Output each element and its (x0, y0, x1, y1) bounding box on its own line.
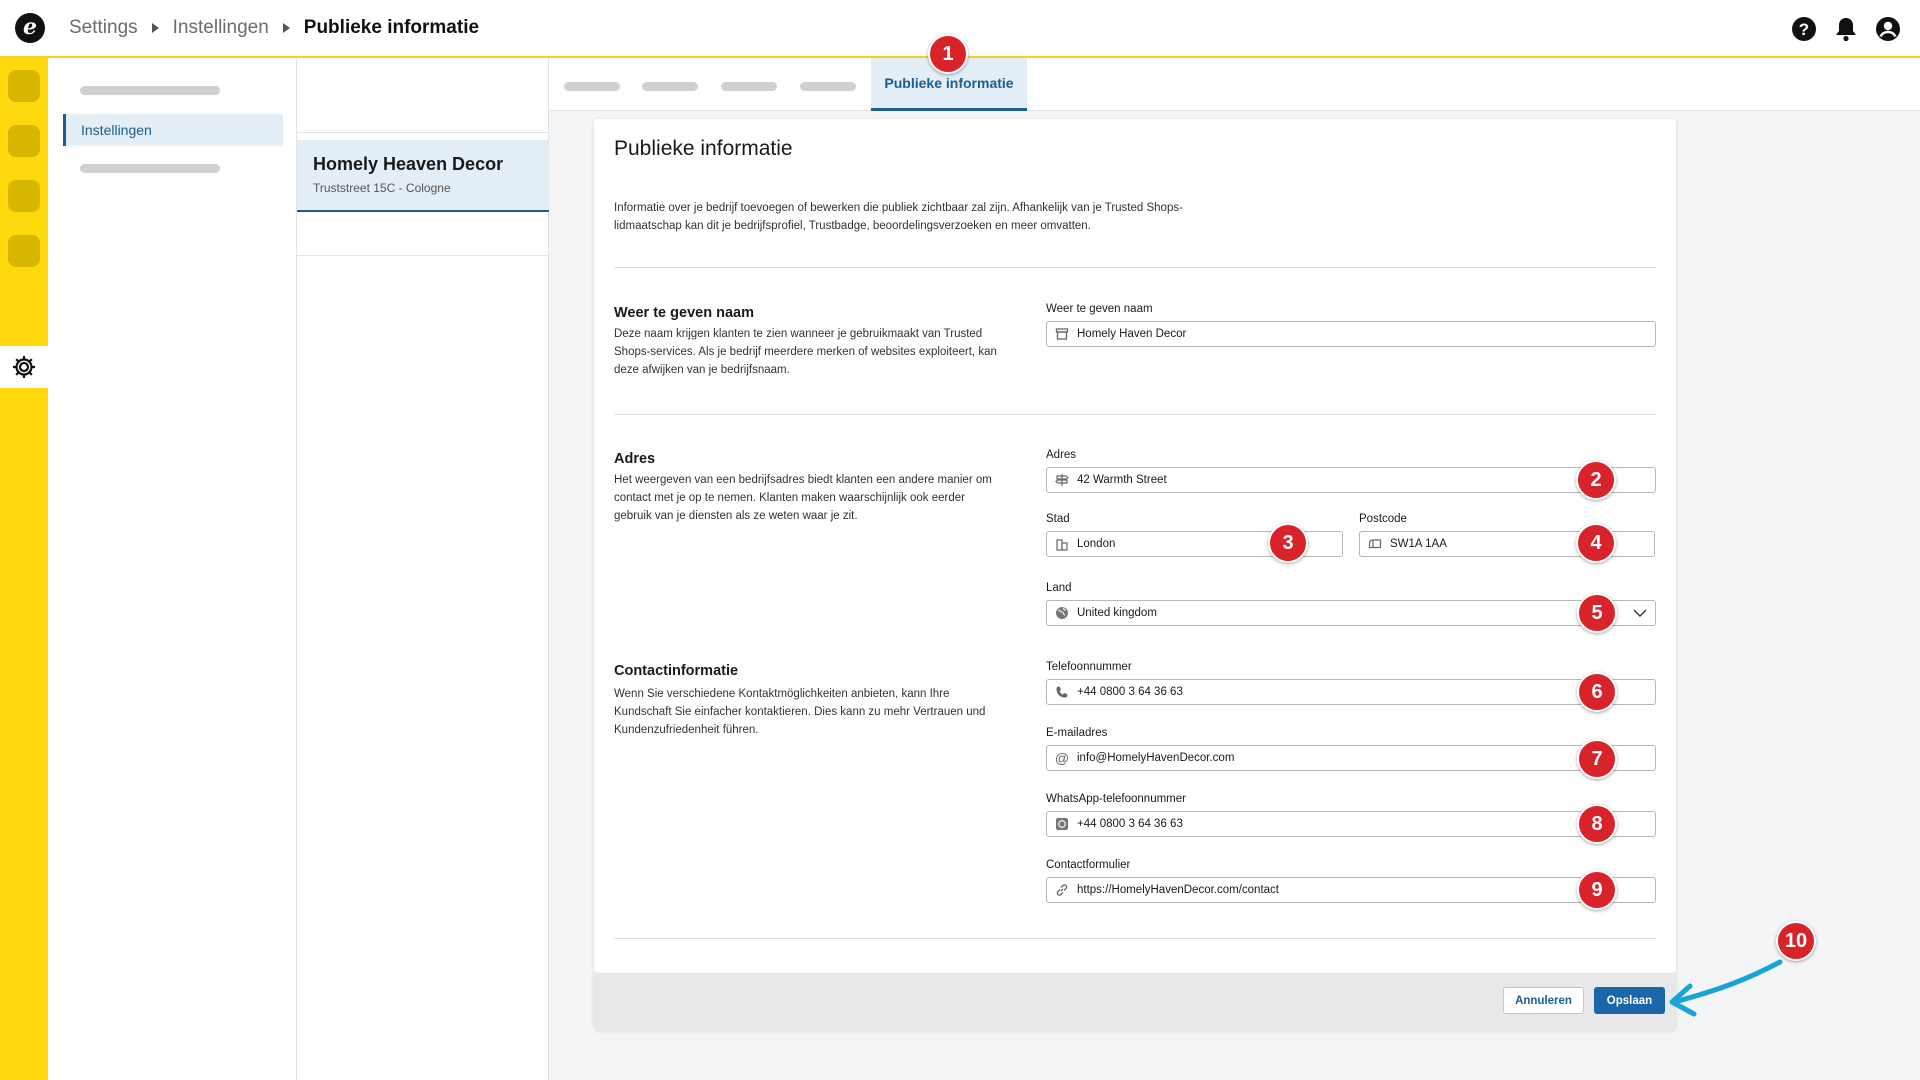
rail-item-settings[interactable] (0, 346, 48, 388)
mailbox-icon (1368, 537, 1382, 551)
nav-placeholder (80, 86, 220, 95)
annotation-badge-8: 8 (1577, 804, 1617, 844)
email-label: E-mailadres (1046, 727, 1108, 739)
breadcrumb: Settings Instellingen Publieke informati… (69, 17, 479, 39)
breadcrumb-separator-icon (282, 23, 290, 33)
nav-placeholder (80, 164, 220, 173)
contact-form-label: Contactformulier (1046, 859, 1131, 871)
rail-item-3[interactable] (8, 180, 40, 212)
chevron-down-icon[interactable] (1633, 607, 1647, 622)
shop-name: Homely Heaven Decor (313, 154, 504, 174)
cancel-button[interactable]: Annuleren (1503, 987, 1584, 1014)
svg-text:?: ? (1799, 20, 1809, 39)
whatsapp-value: +44 0800 3 64 36 63 (1077, 818, 1183, 830)
display-name-field[interactable]: Homely Haven Decor (1046, 321, 1656, 347)
settings-nav: Instellingen (48, 58, 297, 1080)
city-label: Stad (1046, 513, 1070, 525)
logo-letter: e (23, 14, 37, 40)
whatsapp-icon (1055, 817, 1069, 831)
divider (297, 255, 549, 256)
country-select[interactable]: United kingdom (1046, 600, 1656, 626)
section-title-contact: Contactinformatie (614, 663, 739, 679)
phone-field[interactable]: +44 0800 3 64 36 63 (1046, 679, 1656, 705)
page-title: Publieke informatie (614, 137, 793, 160)
form-footer: Annuleren Opslaan (594, 973, 1676, 1030)
zip-value: SW1A 1AA (1390, 538, 1447, 550)
tab-placeholder[interactable] (564, 82, 620, 91)
shop-list: Homely Heaven Decor Truststreet 15C - Co… (297, 58, 549, 1080)
breadcrumb-separator-icon (151, 23, 159, 33)
country-label: Land (1046, 582, 1072, 594)
street-value: 42 Warmth Street (1077, 474, 1167, 486)
tab-placeholder[interactable] (721, 82, 777, 91)
whatsapp-label: WhatsApp-telefoonnummer (1046, 793, 1186, 805)
divider (614, 267, 1656, 268)
section-desc-contact: Wenn Sie verschiedene Kontaktmöglichkeit… (614, 688, 986, 736)
rail-item-1[interactable] (8, 70, 40, 102)
city-value: London (1077, 538, 1116, 550)
annotation-badge-1: 1 (928, 34, 968, 74)
link-icon (1055, 883, 1069, 897)
annotation-badge-6: 6 (1577, 672, 1617, 712)
display-name-label: Weer te geven naam (1046, 303, 1153, 315)
nav-item-instellingen[interactable]: Instellingen (63, 114, 283, 146)
street-label: Adres (1046, 449, 1077, 461)
zip-label: Postcode (1359, 513, 1407, 525)
left-rail (0, 58, 48, 1080)
tab-placeholder[interactable] (800, 82, 856, 91)
section-desc-display-name: Deze naam krijgen klanten te zien wannee… (614, 328, 997, 376)
at-sign-icon: @ (1054, 750, 1070, 766)
divider (614, 414, 1656, 415)
street-field[interactable]: 42 Warmth Street (1046, 467, 1656, 493)
contact-form-value: https://HomelyHavenDecor.com/contact (1077, 884, 1279, 896)
annotation-badge-3: 3 (1268, 523, 1308, 563)
signpost-icon (1055, 473, 1069, 487)
intro-text: Informatie over je bedrijf toevoegen of … (614, 202, 1183, 232)
divider (297, 132, 549, 133)
save-button[interactable]: Opslaan (1594, 987, 1665, 1014)
tab-placeholder[interactable] (642, 82, 698, 91)
breadcrumb-settings[interactable]: Settings (69, 17, 138, 39)
phone-label: Telefoonnummer (1046, 661, 1132, 673)
whatsapp-field[interactable]: +44 0800 3 64 36 63 (1046, 811, 1656, 837)
display-name-value: Homely Haven Decor (1077, 328, 1187, 340)
email-value: info@HomelyHavenDecor.com (1077, 752, 1235, 764)
city-buildings-icon (1055, 537, 1069, 551)
annotation-badge-9: 9 (1577, 870, 1617, 910)
help-icon[interactable]: ? (1790, 15, 1818, 43)
globe-icon (1055, 606, 1069, 620)
user-account-icon[interactable] (1874, 15, 1902, 43)
annotation-badge-5: 5 (1577, 593, 1617, 633)
app-logo[interactable]: e (15, 13, 45, 43)
contact-form-field[interactable]: https://HomelyHavenDecor.com/contact (1046, 877, 1656, 903)
country-value: United kingdom (1077, 607, 1157, 619)
phone-value: +44 0800 3 64 36 63 (1077, 686, 1183, 698)
gear-icon (13, 356, 35, 378)
rail-item-4[interactable] (8, 235, 40, 267)
section-desc-address: Het weergeven van een bedrijfsadres bied… (614, 474, 992, 522)
shop-item-selected[interactable]: Homely Heaven Decor Truststreet 15C - Co… (297, 140, 549, 212)
breadcrumb-current: Publieke informatie (303, 17, 480, 38)
divider (614, 938, 1656, 939)
breadcrumb-instellingen[interactable]: Instellingen (173, 17, 269, 39)
storefront-icon (1055, 327, 1069, 341)
email-field[interactable]: @ info@HomelyHavenDecor.com (1046, 745, 1656, 771)
public-info-card: Publieke informatie Informatie over je b… (594, 119, 1676, 973)
shop-address: Truststreet 15C - Cologne (313, 181, 451, 195)
annotation-badge-4: 4 (1576, 523, 1616, 563)
phone-icon (1055, 685, 1069, 699)
pointer-arrow-icon (1669, 959, 1783, 1017)
annotation-badge-2: 2 (1576, 460, 1616, 500)
notification-bell-icon[interactable] (1832, 15, 1860, 43)
section-title-address: Adres (614, 451, 656, 467)
rail-item-2[interactable] (8, 125, 40, 157)
annotation-badge-7: 7 (1577, 739, 1617, 779)
tab-bar: Publieke informatie (549, 58, 1920, 111)
section-title-display-name: Weer te geven naam (614, 305, 754, 321)
